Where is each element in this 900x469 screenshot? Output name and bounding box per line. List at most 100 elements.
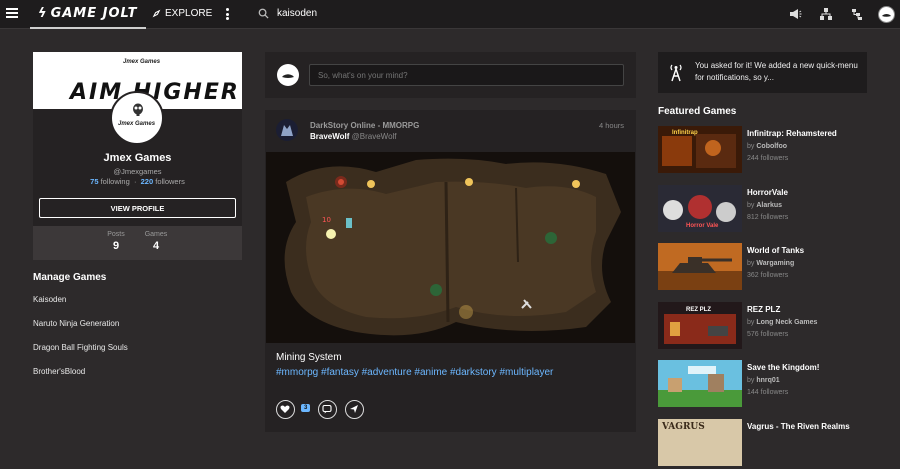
like-button[interactable] [276, 400, 295, 419]
stat-games-value: 4 [152, 240, 160, 252]
hat-icon [882, 14, 891, 17]
featured-game-author[interactable]: Alarkus [756, 202, 782, 209]
horrorvale-art: Horror Vale [658, 185, 742, 232]
featured-game-name[interactable]: Vagrus - The Riven Realms [747, 422, 850, 431]
search-icon [258, 8, 269, 19]
composer-avatar [277, 64, 299, 86]
search-input[interactable] [277, 8, 477, 19]
followers-label[interactable]: followers [155, 177, 185, 186]
manage-game-item[interactable]: Brother'sBlood [33, 367, 85, 376]
stat-posts[interactable]: Posts 9 [101, 231, 131, 252]
compass-icon [152, 9, 161, 18]
stat-games[interactable]: Games 4 [141, 231, 171, 252]
game-thumbnail[interactable]: Horror Vale [658, 185, 742, 232]
by-label: by [747, 319, 755, 326]
featured-games-title: Featured Games [658, 106, 737, 117]
featured-game-by: by Alarkus [747, 202, 782, 209]
vagrus-art: VAGRUS [658, 419, 742, 466]
user-avatar[interactable] [878, 6, 895, 23]
manage-game-item[interactable]: Naruto Ninja Generation [33, 319, 119, 328]
avatar-text: Jmex Games [118, 121, 156, 127]
profile-username: @Jmexgames [113, 167, 162, 176]
post-author-avatar[interactable] [276, 119, 298, 141]
featured-game-by: by Cobolfoo [747, 143, 787, 150]
game-thumbnail[interactable] [658, 243, 742, 290]
send-icon [350, 405, 358, 413]
comment-icon [322, 404, 332, 414]
game-thumbnail[interactable] [658, 360, 742, 407]
post-composer [265, 52, 636, 98]
featured-game-author[interactable]: Cobolfoo [756, 143, 787, 150]
followers-count[interactable]: 220 [141, 177, 154, 186]
manage-games-title: Manage Games [33, 272, 107, 283]
post-author-name[interactable]: BraveWolf [310, 132, 349, 141]
stat-posts-label: Posts [107, 231, 125, 238]
by-label: by [747, 377, 755, 384]
rez-plz-art: REZ PLZ [658, 302, 742, 349]
featured-game-author[interactable]: Wargaming [756, 260, 794, 267]
by-label: by [747, 143, 755, 150]
profile-stats: Posts 9 Games 4 [33, 226, 242, 260]
featured-game-name[interactable]: World of Tanks [747, 246, 804, 255]
featured-game-item[interactable]: Infinitrap Infinitrap: Rehamstered by Co… [658, 126, 867, 176]
featured-game-followers: 144 followers [747, 389, 789, 396]
post-author[interactable]: BraveWolf @BraveWolf [310, 132, 397, 141]
by-label: by [747, 202, 755, 209]
featured-game-name[interactable]: HorrorVale [747, 188, 788, 197]
featured-game-followers: 576 followers [747, 331, 789, 338]
profile-name[interactable]: Jmex Games [33, 152, 242, 164]
profile-avatar[interactable]: Jmex Games [110, 91, 164, 145]
explore-link[interactable]: EXPLORE [152, 8, 212, 19]
featured-game-item[interactable]: Save the Kingdom! by hnrq01 144 follower… [658, 360, 867, 410]
share-button[interactable] [345, 400, 364, 419]
comment-button[interactable] [318, 400, 337, 419]
view-profile-button[interactable]: VIEW PROFILE [39, 198, 236, 218]
game-thumbnail[interactable]: VAGRUS [658, 419, 742, 466]
post-timestamp: 4 hours [599, 121, 625, 130]
thumb-label: VAGRUS [661, 422, 705, 432]
gamejolt-logo[interactable]: ϟ GAME JOLT [30, 0, 146, 29]
friends-icon[interactable] [850, 7, 864, 21]
game-screenshot: 10 [266, 152, 635, 343]
notice-text: You asked for it! We added a new quick-m… [695, 61, 858, 82]
post-tags[interactable]: #mmorpg #fantasy #adventure #anime #dark… [276, 367, 553, 378]
profile-card: Jmex Games AIM HIGHER Jmex Games Jmex Ga… [33, 52, 242, 260]
post-image[interactable]: 10 [266, 152, 635, 343]
featured-game-author[interactable]: Long Neck Games [756, 319, 817, 326]
hat-icon [282, 74, 294, 78]
featured-game-item[interactable]: Horror Vale HorrorVale by Alarkus 812 fo… [658, 185, 867, 235]
following-label[interactable]: following [101, 177, 130, 186]
more-options-icon[interactable] [226, 8, 230, 22]
featured-game-item[interactable]: World of Tanks by Wargaming 362 follower… [658, 243, 867, 293]
manage-game-item[interactable]: Kaisoden [33, 295, 66, 304]
featured-game-item[interactable]: REZ PLZ REZ PLZ by Long Neck Games 576 f… [658, 302, 867, 352]
stat-posts-value: 9 [112, 240, 120, 252]
banner-subtitle: Jmex Games [123, 59, 161, 65]
game-thumbnail[interactable]: REZ PLZ [658, 302, 742, 349]
world-of-tanks-art [658, 243, 742, 290]
notification-notice[interactable]: You asked for it! We added a new quick-m… [658, 52, 867, 93]
featured-game-author[interactable]: hnrq01 [756, 377, 779, 384]
activity-icon[interactable] [819, 7, 833, 21]
game-thumbnail[interactable]: Infinitrap [658, 126, 742, 173]
following-count[interactable]: 75 [90, 177, 98, 186]
follow-counts: 75 following · 220 followers [90, 177, 185, 186]
post-game-name[interactable]: DarkStory Online - MMORPG [310, 121, 419, 130]
save-the-kingdom-art [658, 360, 742, 407]
hamburger-menu-icon[interactable] [6, 8, 18, 20]
wolf-icon [281, 125, 293, 136]
manage-game-item[interactable]: Dragon Ball Fighting Souls [33, 343, 128, 352]
heart-icon [280, 405, 290, 413]
gas-mask-icon [133, 103, 143, 116]
featured-game-by: by hnrq01 [747, 377, 780, 384]
post-author-handle: @BraveWolf [351, 132, 397, 141]
featured-game-followers: 244 followers [747, 155, 789, 162]
logo-text: GAME JOLT [50, 6, 138, 21]
composer-input[interactable] [309, 64, 624, 86]
featured-game-name[interactable]: Infinitrap: Rehamstered [747, 129, 837, 138]
broadcast-antenna-icon [670, 64, 682, 82]
featured-game-name[interactable]: REZ PLZ [747, 305, 780, 314]
featured-game-name[interactable]: Save the Kingdom! [747, 363, 819, 372]
megaphone-icon[interactable] [788, 7, 802, 21]
featured-game-item[interactable]: VAGRUS Vagrus - The Riven Realms [658, 419, 867, 469]
